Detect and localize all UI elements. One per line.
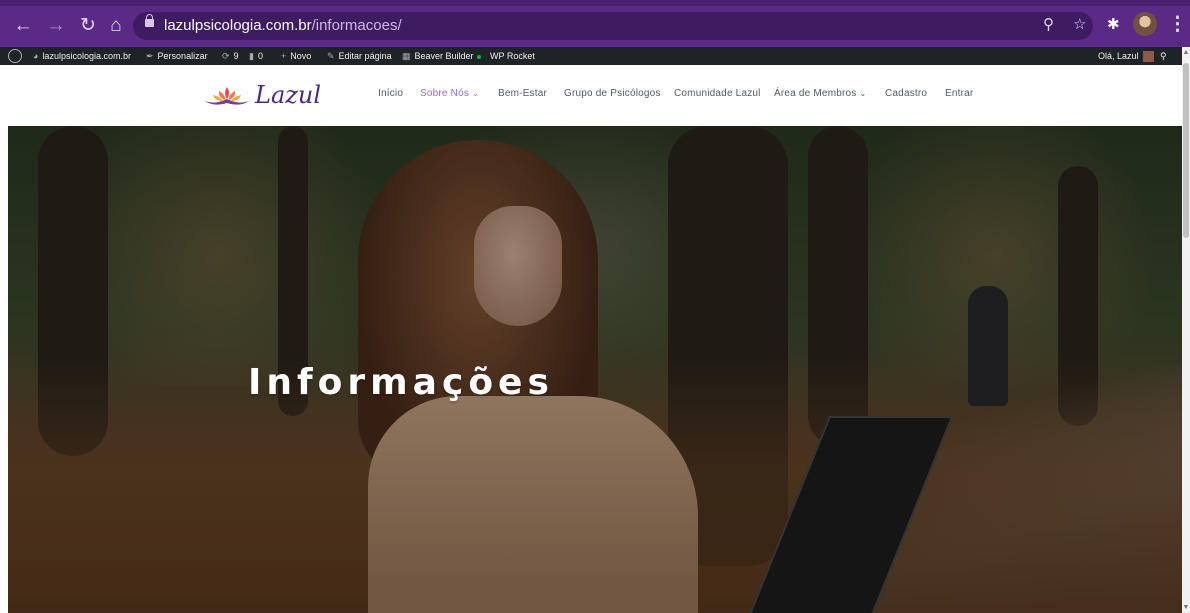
plus-icon: +	[281, 51, 287, 61]
home-button[interactable]: ⌂	[104, 14, 128, 38]
beaver-builder-icon: ▦	[402, 51, 411, 61]
profile-avatar[interactable]	[1133, 12, 1157, 36]
site-logo[interactable]: Lazul	[203, 79, 321, 113]
adminbar-comments[interactable]: ▮ 0	[249, 47, 263, 65]
menu-item-area-de-membros-label: Área de Membros	[774, 88, 857, 99]
adminbar-new[interactable]: + Novo	[281, 47, 311, 65]
search-icon[interactable]: ⚲	[1160, 47, 1167, 65]
brush-icon: ✒	[146, 51, 154, 61]
scroll-down-icon[interactable]: ▼	[1182, 604, 1190, 611]
site-header: Lazul Início Sobre Nós ⌄ Bem-Estar Grupo …	[0, 65, 1182, 126]
pencil-icon: ✎	[327, 51, 335, 61]
adminbar-account[interactable]: Olá, Lazul	[1098, 47, 1154, 65]
menu-item-grupo-de-psicologos[interactable]: Grupo de Psicólogos	[564, 88, 661, 99]
url-host: lazulpsicologia.com.br	[164, 17, 312, 34]
menu-item-area-de-membros[interactable]: Área de Membros ⌄	[774, 88, 866, 99]
menu-item-sobre-nos[interactable]: Sobre Nós ⌄	[420, 88, 479, 99]
menu-item-cadastro[interactable]: Cadastro	[885, 88, 927, 99]
browser-toolbar: ← → ↻ ⌂ lazulpsicologia.com.br/informaco…	[0, 0, 1190, 47]
address-bar[interactable]: lazulpsicologia.com.br/informacoes/	[133, 12, 1093, 40]
page-title: Informações	[248, 362, 554, 403]
kebab-menu-icon[interactable]: ⋮	[1168, 13, 1187, 36]
puzzle-icon[interactable]: ✱	[1107, 17, 1120, 33]
updates-icon: ⟳	[222, 51, 230, 61]
scroll-up-icon[interactable]: ▲	[1182, 49, 1190, 56]
chevron-down-icon: ⌄	[472, 89, 479, 98]
adminbar-wp-rocket-label: WP Rocket	[490, 51, 535, 61]
gauge-icon: ◕	[33, 51, 39, 61]
scroll-thumb[interactable]	[1183, 63, 1189, 238]
adminbar-updates[interactable]: ⟳ 9	[222, 47, 239, 65]
adminbar-comments-count: 0	[257, 51, 263, 61]
zoom-icon[interactable]: ⚲	[1043, 17, 1054, 33]
menu-item-comunidade-lazul[interactable]: Comunidade Lazul	[674, 88, 761, 99]
status-dot	[476, 54, 481, 59]
chevron-down-icon: ⌄	[859, 89, 867, 98]
menu-item-inicio[interactable]: Início	[378, 88, 403, 99]
adminbar-site-label: lazulpsicologia.com.br	[42, 51, 131, 61]
back-button[interactable]: ←	[11, 14, 35, 38]
adminbar-edit-page[interactable]: ✎ Editar página	[327, 47, 392, 65]
wordpress-logo-icon[interactable]	[8, 47, 22, 65]
page-scrollbar[interactable]: ▲ ▼	[1182, 47, 1190, 613]
menu-item-sobre-nos-label: Sobre Nós	[420, 88, 470, 99]
tab-strip	[0, 0, 1190, 6]
menu-item-entrar[interactable]: Entrar	[945, 88, 973, 99]
lock-icon	[145, 14, 154, 27]
url-path: /informacoes/	[311, 17, 402, 34]
comment-icon: ▮	[249, 51, 254, 61]
wp-admin-bar: ◕ lazulpsicologia.com.br ✒ Personalizar ⟳ 9…	[0, 47, 1182, 65]
adminbar-customize-label: Personalizar	[157, 51, 208, 61]
user-avatar	[1142, 51, 1154, 63]
adminbar-beaver-builder[interactable]: ▦ Beaver Builder	[402, 47, 481, 65]
adminbar-new-label: Novo	[290, 51, 312, 61]
menu-item-bem-estar[interactable]: Bem-Estar	[498, 88, 547, 99]
hero-banner: Informações	[8, 126, 1182, 613]
adminbar-beaver-builder-label: Beaver Builder	[414, 51, 474, 61]
forward-button[interactable]: →	[44, 14, 68, 38]
hero-overlay	[8, 126, 1182, 613]
adminbar-updates-count: 9	[233, 51, 239, 61]
reload-button[interactable]: ↻	[76, 14, 100, 38]
adminbar-edit-page-label: Editar página	[338, 51, 392, 61]
url-text: lazulpsicologia.com.br/informacoes/	[164, 17, 402, 34]
adminbar-customize[interactable]: ✒ Personalizar	[146, 47, 208, 65]
logo-text: Lazul	[255, 81, 322, 109]
lotus-logo-icon	[205, 87, 249, 105]
adminbar-site[interactable]: ◕ lazulpsicologia.com.br	[33, 47, 131, 65]
adminbar-wp-rocket[interactable]: WP Rocket	[490, 47, 535, 65]
adminbar-greeting: Olá, Lazul	[1098, 51, 1139, 61]
star-icon[interactable]: ☆	[1073, 17, 1086, 33]
